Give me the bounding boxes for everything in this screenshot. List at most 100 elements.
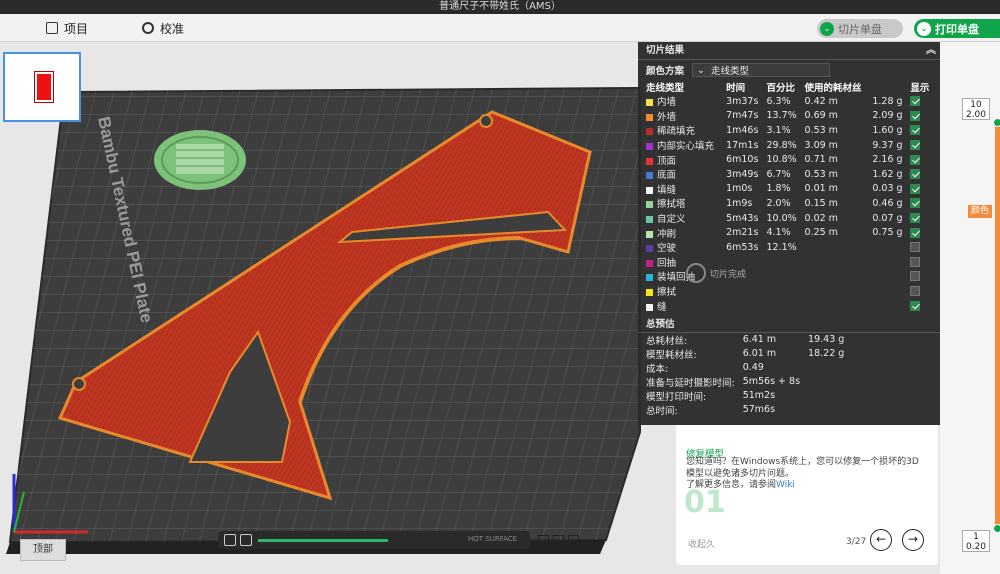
line-type-label: 擦拭塔 (657, 199, 686, 211)
collapse-icon[interactable]: ︽ (926, 42, 936, 60)
visibility-checkbox[interactable] (910, 256, 921, 267)
color-swatch (646, 245, 653, 253)
tip-prev-button[interactable]: ← (870, 529, 892, 551)
line-type-time: 1m46s (726, 124, 759, 136)
window-icon[interactable] (553, 534, 564, 546)
chevron-down-icon[interactable]: ⌄ (820, 21, 834, 36)
play-icon[interactable] (224, 534, 236, 546)
line-type-length: 3.09 m (804, 139, 838, 151)
bottom-layer-handle[interactable] (993, 524, 1000, 533)
line-type-label: 冲刷 (657, 228, 677, 240)
slice-plate-button[interactable]: ⌄ 切片单盘 (817, 19, 903, 38)
color-scheme-label: 颜色方案 (646, 66, 685, 77)
tip-pager: 3/27 (846, 537, 867, 547)
line-type-name: 外墙 (644, 109, 724, 124)
visibility-checkbox[interactable] (910, 125, 921, 136)
wipe-tower (154, 130, 246, 190)
line-type-label: 顶面 (657, 155, 677, 167)
visibility-checkbox[interactable] (910, 183, 921, 194)
line-type-percent: 6.7% (766, 168, 791, 180)
line-type-row: 擦拭塔 1m9s 2.0% 0.15 m 0.46 g (644, 196, 934, 211)
line-type-percent: 3.1% (766, 124, 791, 136)
line-type-length (803, 255, 871, 270)
visibility-checkbox[interactable] (910, 198, 921, 209)
line-type-visibility (908, 225, 934, 240)
estimate-v1: 0.49 (742, 362, 764, 374)
color-scheme-select[interactable]: ⌄ 走线类型 (692, 63, 831, 77)
col-header (870, 80, 908, 94)
tip-collapse-link[interactable]: 收起久 (688, 537, 715, 550)
layers-icon[interactable] (240, 534, 252, 546)
table-header-row: 走线类型 时间 百分比 使用的耗材丝 显示 (644, 80, 934, 94)
col-header: 百分比 (766, 83, 795, 94)
view-top-button[interactable]: 顶部 (20, 539, 66, 561)
line-type-length (803, 298, 871, 313)
visibility-checkbox[interactable] (910, 140, 921, 151)
visibility-checkbox[interactable] (910, 96, 921, 107)
tab-project[interactable]: 项目 (46, 20, 88, 36)
line-type-visibility (908, 152, 934, 167)
chevron-down-icon[interactable]: ⌄ (917, 21, 931, 36)
wiki-link[interactable]: Wiki (776, 480, 795, 490)
line-type-weight (870, 284, 908, 299)
tip-text: 您知道吗？在Windows系统上，您可以修复一个损坏的3D模型以避免诸多切片问题… (686, 457, 919, 479)
estimate-label: 总时间: (646, 405, 678, 417)
line-type-percent: 10.0% (766, 212, 797, 224)
color-swatch (646, 230, 653, 238)
line-type-label: 内墙 (657, 97, 677, 109)
print-plate-button[interactable]: ⌄ 打印单盘 (914, 19, 1000, 38)
line-type-name: 擦拭塔 (644, 196, 724, 211)
layer-slider-track[interactable] (995, 122, 1000, 528)
line-type-length (803, 284, 871, 299)
estimate-row: 总时间: 57m6s (646, 403, 852, 417)
estimate-v2 (808, 403, 852, 417)
line-type-row: 擦拭 (644, 284, 934, 299)
line-type-visibility (908, 298, 934, 313)
color-swatch (646, 303, 653, 311)
horizontal-slider-bar[interactable]: HOT SURFACE (218, 531, 530, 549)
line-type-weight: 9.37 g (872, 139, 903, 151)
line-type-length: 0.53 m (804, 124, 838, 136)
top-layer-handle[interactable] (993, 118, 1000, 127)
estimate-title: 总预估 (638, 317, 940, 333)
color-tag[interactable]: 颜色 (968, 205, 992, 218)
visibility-checkbox[interactable] (910, 227, 921, 238)
top-layer-height: 2.00 (965, 110, 987, 120)
top-layer-number: 10 (970, 100, 982, 110)
top-layer-readout: 10 2.00 (962, 98, 990, 120)
line-type-time: 1m0s (726, 183, 753, 195)
line-type-percent: 12.1% (766, 241, 797, 253)
line-type-row: 外墙 7m47s 13.7% 0.69 m 2.09 g (644, 109, 934, 124)
line-type-visibility (908, 94, 934, 109)
line-type-label: 外墙 (657, 111, 677, 123)
line-type-length: 0.15 m (804, 197, 838, 209)
tab-calibration[interactable]: 校准 (142, 20, 184, 36)
visibility-checkbox[interactable] (910, 242, 921, 253)
visibility-checkbox[interactable] (910, 271, 921, 282)
layer-slider-panel (940, 42, 1000, 574)
menu-icon[interactable] (568, 534, 579, 546)
line-type-label: 稀疏填充 (657, 126, 696, 138)
line-type-row: 底面 3m49s 6.7% 0.53 m 1.62 g (644, 167, 934, 182)
visibility-checkbox[interactable] (910, 154, 921, 165)
line-type-visibility (908, 109, 934, 124)
visibility-checkbox[interactable] (910, 300, 921, 311)
estimate-v1: 6.41 m (742, 334, 777, 346)
line-type-percent (764, 269, 802, 284)
slice-complete-label: 切片完成 (710, 269, 747, 280)
color-swatch (646, 201, 653, 209)
tip-next-button[interactable]: → (902, 529, 924, 551)
delete-icon[interactable] (538, 534, 549, 546)
estimate-v2 (808, 361, 852, 375)
estimate-label: 准备与延时摄影时间: (646, 377, 735, 389)
estimate-v1: 57m6s (742, 404, 776, 416)
line-type-visibility (908, 196, 934, 211)
visibility-checkbox[interactable] (910, 213, 921, 224)
line-type-visibility (908, 211, 934, 226)
visibility-checkbox[interactable] (910, 286, 921, 297)
visibility-checkbox[interactable] (910, 110, 921, 121)
visibility-checkbox[interactable] (910, 169, 921, 180)
plate-thumbnail[interactable]: 1 (3, 52, 81, 122)
color-swatch (646, 186, 653, 194)
line-type-visibility (908, 123, 934, 138)
